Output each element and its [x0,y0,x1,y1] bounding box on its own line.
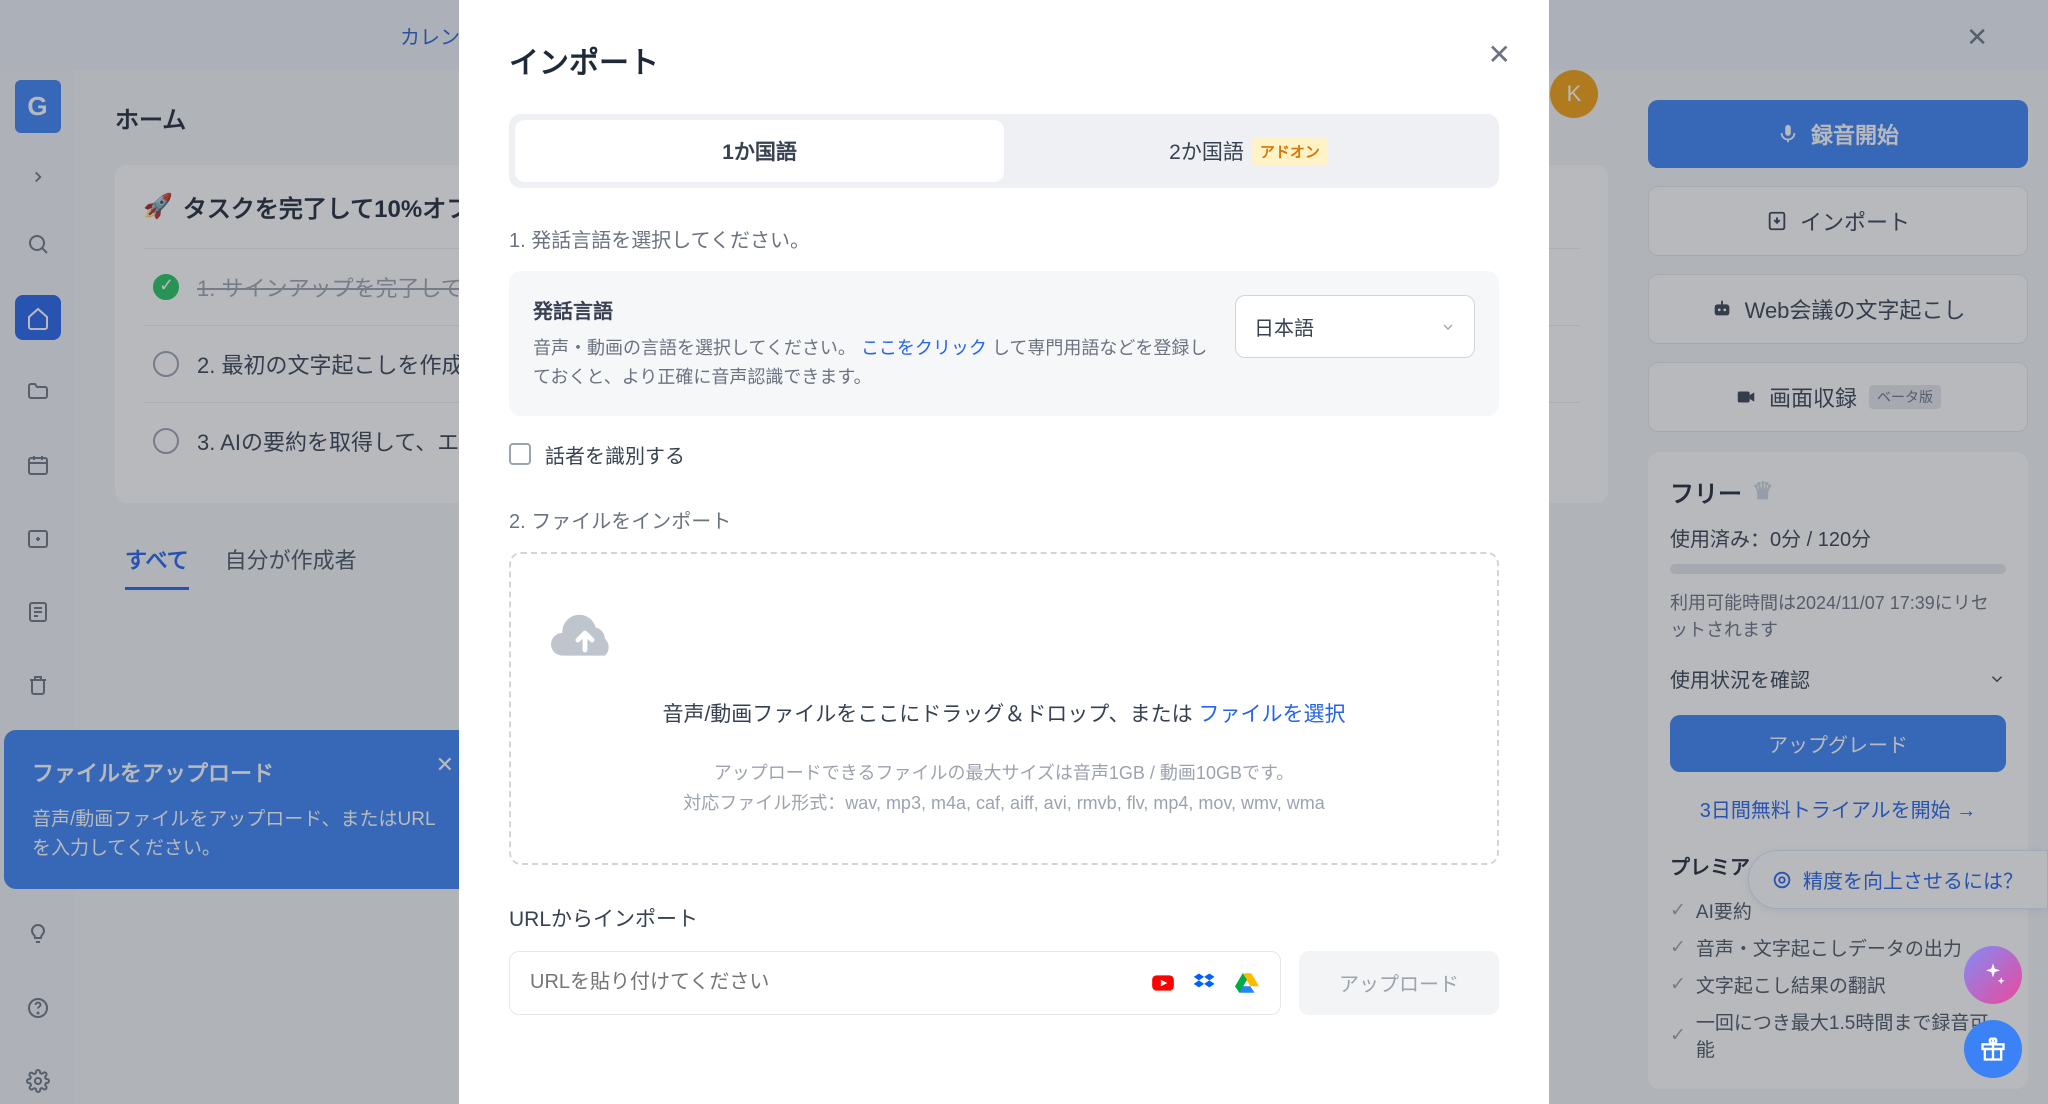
google-drive-icon [1234,970,1260,996]
youtube-icon [1150,970,1176,996]
import-modal: インポート ✕ 1か国語 2か国語 アドオン 1. 発話言語を選択してください。… [459,0,1549,1104]
lang-desc: 音声・動画の言語を選択してください。 ここをクリック して専門用語などを登録して… [533,334,1215,392]
file-dropzone[interactable]: 音声/動画ファイルをここにドラッグ＆ドロップ、または ファイルを選択 アップロー… [509,552,1499,865]
upload-button[interactable]: アップロード [1299,951,1499,1015]
drop-note-formats: 対応ファイル形式：wav, mp3, m4a, caf, aiff, avi, … [551,788,1457,819]
language-description: 発話言語 音声・動画の言語を選択してください。 ここをクリック して専門用語など… [533,295,1215,392]
ai-fab[interactable] [1964,946,2022,1004]
modal-overlay[interactable]: インポート ✕ 1か国語 2か国語 アドオン 1. 発話言語を選択してください。… [0,0,2048,1104]
language-tabs: 1か国語 2か国語 アドオン [509,114,1499,188]
language-select[interactable]: 日本語 [1235,295,1475,358]
tab-label: 1か国語 [722,136,797,166]
tab-one-language[interactable]: 1か国語 [515,120,1004,182]
modal-title: インポート [509,38,1499,82]
lang-label: 発話言語 [533,295,1215,324]
url-source-icons [1150,970,1260,996]
url-import-label: URLからインポート [509,903,1499,933]
url-input[interactable] [530,971,1150,994]
choose-file-link[interactable]: ファイルを選択 [1199,703,1346,726]
gift-fab[interactable] [1964,1020,2022,1078]
lang-desc-text: 音声・動画の言語を選択してください。 [533,338,856,358]
modal-close-icon[interactable]: ✕ [1488,38,1511,71]
drop-text-main: 音声/動画ファイルをここにドラッグ＆ドロップ、または [662,703,1198,726]
url-row: アップロード [509,951,1499,1015]
step2-label: 2. ファイルをインポート [509,505,1499,534]
chevron-down-icon [1440,319,1456,335]
sparkle-icon [1979,961,2007,989]
speaker-checkbox-row[interactable]: 話者を識別する [509,440,1499,469]
checkbox-icon[interactable] [509,443,531,465]
drop-note: アップロードできるファイルの最大サイズは音声1GB / 動画10GBです。 対応… [551,758,1457,819]
drop-text: 音声/動画ファイルをここにドラッグ＆ドロップ、または ファイルを選択 [551,698,1457,728]
language-value: 日本語 [1254,312,1314,341]
cloud-upload-icon [551,604,1457,662]
dropbox-icon [1192,970,1218,996]
drop-note-size: アップロードできるファイルの最大サイズは音声1GB / 動画10GBです。 [551,758,1457,789]
language-box: 発話言語 音声・動画の言語を選択してください。 ここをクリック して専門用語など… [509,271,1499,416]
tab-label: 2か国語 [1169,136,1244,166]
speaker-label: 話者を識別する [545,440,685,469]
tab-two-languages[interactable]: 2か国語 アドオン [1004,120,1493,182]
step1-label: 1. 発話言語を選択してください。 [509,224,1499,253]
gift-icon [1979,1035,2007,1063]
url-input-wrap [509,951,1281,1015]
addon-badge: アドオン [1252,138,1328,165]
vocabulary-link[interactable]: ここをクリック [861,338,987,358]
